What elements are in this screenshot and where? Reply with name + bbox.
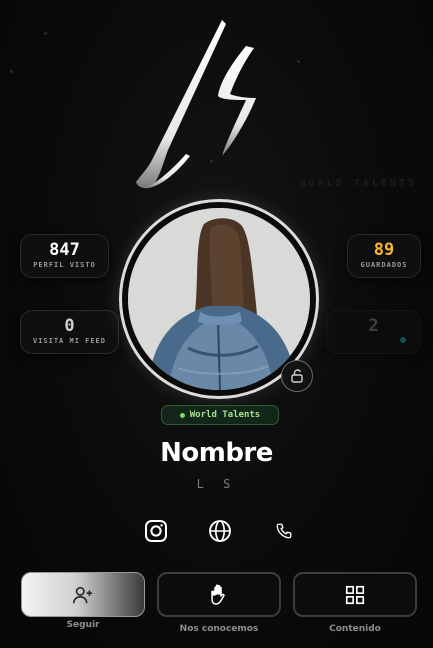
globe-icon [209, 520, 231, 542]
instagram-icon [145, 520, 167, 542]
ls-logo [136, 20, 256, 189]
unlock-button[interactable] [281, 360, 313, 392]
star-dot [10, 70, 13, 73]
phone-button[interactable] [270, 517, 298, 545]
unlock-icon [291, 369, 303, 383]
world-talents-badge[interactable]: World Talents [161, 405, 279, 425]
profile-name: Nombre [160, 438, 273, 468]
stat-profile-views: 847 PERFIL VISTO [20, 234, 109, 278]
stat-value: 847 [49, 240, 80, 260]
avatar-photo [128, 208, 310, 390]
stat-label: PERFIL VISTO [33, 261, 96, 269]
ghost-watermark: WORLD TALENTS [299, 178, 417, 189]
meet-button[interactable] [157, 572, 281, 617]
green-dot-icon [179, 412, 185, 418]
grid-icon [345, 585, 365, 604]
content-button[interactable] [293, 572, 417, 617]
stat-saved: 89 GUARDADOS [347, 234, 421, 278]
profile-handle: L S [196, 477, 237, 491]
stat-value: 2 [368, 316, 379, 336]
follow-button[interactable] [21, 572, 145, 617]
star-dot [44, 32, 47, 35]
status-dot [400, 337, 406, 343]
instagram-button[interactable] [142, 517, 170, 545]
badge-label: World Talents [189, 410, 261, 420]
stat-label: GUARDADOS [360, 261, 408, 269]
stat-feed-visits: 0 VISITA MI FEED [20, 310, 119, 354]
phone-icon [276, 523, 292, 539]
meet-label: Nos conocemos [179, 624, 259, 634]
website-button[interactable] [206, 517, 234, 545]
hand-icon [211, 584, 225, 605]
add-user-icon [73, 586, 93, 603]
stat-faded: 2 [326, 310, 421, 354]
stat-value: 0 [64, 316, 75, 336]
follow-label: Seguir [66, 620, 100, 630]
stat-value: 89 [373, 240, 395, 260]
star-dot [297, 60, 300, 63]
content-label: Contenido [329, 624, 381, 634]
stat-label: VISITA MI FEED [32, 337, 106, 345]
